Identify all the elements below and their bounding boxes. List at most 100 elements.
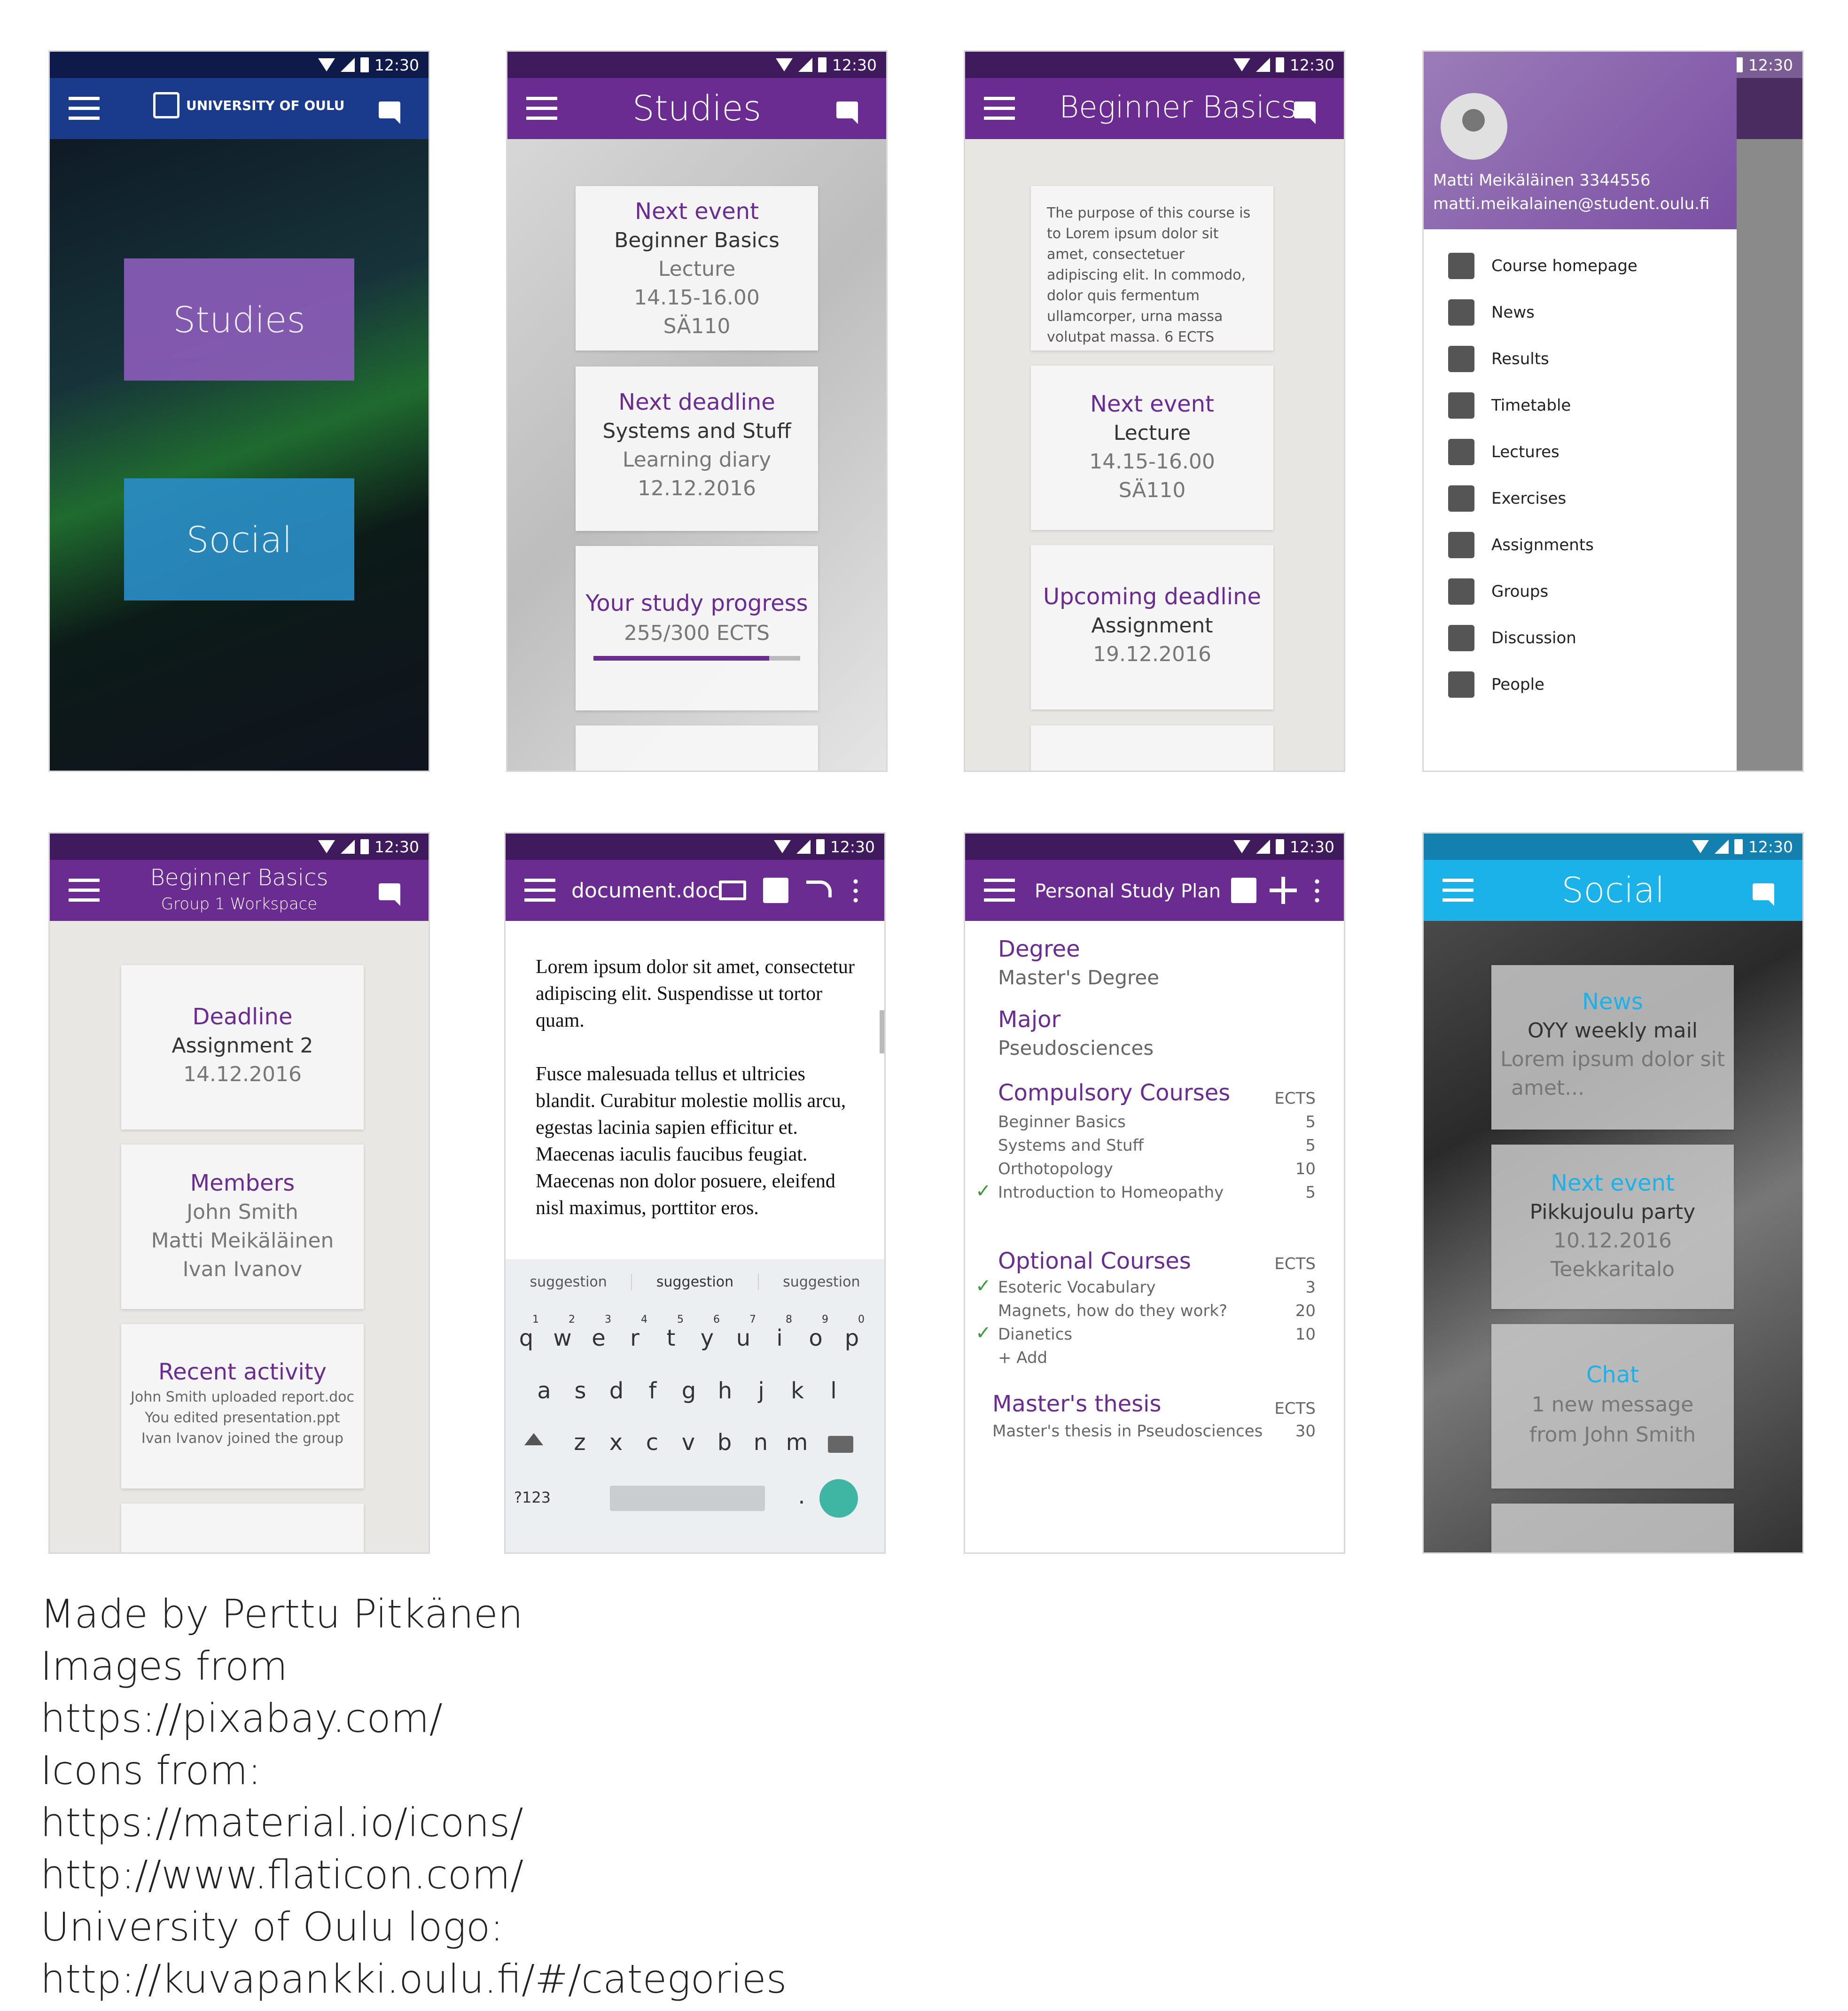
key[interactable]: i xyxy=(765,1325,794,1351)
key[interactable]: q xyxy=(512,1325,540,1351)
card-study-progress[interactable]: Your study progress 255/300 ECTS xyxy=(576,546,818,710)
save-icon[interactable] xyxy=(1231,878,1256,903)
enter-key-icon[interactable] xyxy=(819,1479,858,1518)
key[interactable]: u xyxy=(729,1325,757,1351)
deadline-date: 12.12.2016 xyxy=(638,476,756,500)
key[interactable]: t xyxy=(657,1325,685,1351)
major-value[interactable]: Pseudosciences xyxy=(998,1037,1154,1060)
key[interactable]: d xyxy=(602,1378,631,1404)
tile-studies[interactable]: Studies xyxy=(124,258,354,381)
credit-link[interactable]: http://kuvapankki.oulu.fi/#/categories xyxy=(40,1953,787,2005)
add-icon[interactable] xyxy=(1270,877,1297,904)
drawer-item[interactable]: Exercises xyxy=(1448,485,1566,512)
drawer-item[interactable]: Lectures xyxy=(1448,439,1559,465)
card-upcoming-deadline[interactable]: Upcoming deadline Assignment 19.12.2016 xyxy=(1031,545,1273,709)
tile-social[interactable]: Social xyxy=(124,478,354,600)
drawer-item[interactable]: Timetable xyxy=(1448,392,1571,419)
avatar[interactable] xyxy=(1441,93,1507,160)
symbols-key[interactable]: ?123 xyxy=(511,1489,554,1506)
drawer-item[interactable]: Assignments xyxy=(1448,532,1594,558)
key[interactable]: e xyxy=(585,1325,613,1351)
course-name[interactable]: Orthotopology xyxy=(998,1160,1113,1178)
credit-link[interactable]: https://pixabay.com/ xyxy=(40,1692,787,1745)
folder-icon[interactable] xyxy=(719,881,746,900)
space-bar[interactable] xyxy=(610,1486,765,1511)
menu-icon[interactable] xyxy=(984,97,1015,120)
key[interactable]: b xyxy=(710,1429,739,1456)
drawer-item[interactable]: Groups xyxy=(1448,578,1548,605)
drawer-item[interactable]: Discussion xyxy=(1448,625,1576,651)
chat-icon[interactable] xyxy=(836,101,858,124)
key[interactable]: z xyxy=(566,1429,594,1456)
key[interactable]: j xyxy=(747,1378,775,1404)
key[interactable]: o xyxy=(802,1325,830,1351)
chat-icon[interactable] xyxy=(1753,883,1774,906)
drawer-item[interactable]: Results xyxy=(1448,346,1549,372)
key[interactable]: g xyxy=(675,1378,703,1404)
chat-icon[interactable] xyxy=(379,101,400,124)
key[interactable]: n xyxy=(747,1429,775,1456)
drawer-item-label: Timetable xyxy=(1491,396,1571,415)
chat-icon[interactable] xyxy=(379,883,400,906)
course-name[interactable]: Dianetics xyxy=(998,1325,1072,1344)
course-name[interactable]: Beginner Basics xyxy=(998,1113,1126,1131)
key[interactable]: y xyxy=(693,1325,721,1351)
task-name: Assignment xyxy=(1091,614,1213,638)
key[interactable]: k xyxy=(783,1378,811,1404)
card-next-event[interactable]: Next event Pikkujoulu party 10.12.2016 T… xyxy=(1491,1145,1734,1309)
period-key[interactable]: . xyxy=(788,1483,816,1509)
more-vert-icon[interactable] xyxy=(1315,877,1319,904)
key[interactable]: m xyxy=(783,1429,811,1456)
key[interactable]: a xyxy=(530,1378,558,1404)
signal-icon xyxy=(1255,58,1270,72)
card-deadline[interactable]: Deadline Assignment 2 14.12.2016 xyxy=(121,965,364,1130)
key[interactable]: p xyxy=(838,1325,866,1351)
card-next-event[interactable]: Next event Lecture 14.15-16.00 SÄ110 xyxy=(1031,366,1273,530)
credits: Made by Perttu Pitkänen Images from http… xyxy=(40,1588,787,2005)
document-body[interactable]: Lorem ipsum dolor sit amet, consectetur … xyxy=(536,954,865,1222)
card-next-event[interactable]: Next event Beginner Basics Lecture 14.15… xyxy=(576,186,818,351)
credit-link[interactable]: http://www.flaticon.com/ xyxy=(40,1849,787,1901)
key[interactable]: c xyxy=(638,1429,666,1456)
credit-link[interactable]: https://material.io/icons/ xyxy=(40,1797,787,1849)
course-name[interactable]: Magnets, how do they work? xyxy=(998,1302,1227,1320)
key[interactable]: l xyxy=(819,1378,848,1404)
drawer-item[interactable]: News xyxy=(1448,299,1535,326)
more-vert-icon[interactable] xyxy=(853,877,858,904)
menu-icon[interactable] xyxy=(984,879,1015,902)
key[interactable]: x xyxy=(602,1429,630,1456)
course-name[interactable]: Introduction to Homeopathy xyxy=(998,1183,1224,1202)
dimmed-app-bar xyxy=(1737,78,1802,139)
key[interactable]: f xyxy=(639,1378,667,1404)
undo-icon[interactable] xyxy=(806,881,832,897)
drawer-item[interactable]: People xyxy=(1448,671,1544,698)
thesis-value[interactable]: Master's thesis in Pseudosciences xyxy=(992,1422,1263,1441)
menu-icon[interactable] xyxy=(69,97,100,120)
card-news[interactable]: News OYY weekly mail Lorem ipsum dolor s… xyxy=(1491,965,1734,1130)
drawer-item[interactable]: Course homepage xyxy=(1448,253,1637,279)
key[interactable]: h xyxy=(711,1378,739,1404)
suggestion[interactable]: suggestion xyxy=(759,1274,884,1290)
save-icon[interactable] xyxy=(763,878,788,903)
key[interactable]: s xyxy=(566,1378,594,1404)
degree-value[interactable]: Master's Degree xyxy=(998,966,1159,989)
menu-icon[interactable] xyxy=(524,879,555,902)
shift-key-icon[interactable] xyxy=(524,1433,543,1445)
card-recent-activity[interactable]: Recent activity John Smith uploaded repo… xyxy=(121,1324,364,1489)
card-chat[interactable]: Chat 1 new message from John Smith xyxy=(1491,1324,1734,1489)
add-course-link[interactable]: + Add xyxy=(998,1348,1047,1367)
chat-icon[interactable] xyxy=(1294,101,1316,124)
course-name[interactable]: Esoteric Vocabulary xyxy=(998,1278,1156,1297)
card-members[interactable]: Members John Smith Matti Meikäläinen Iva… xyxy=(121,1145,364,1309)
key[interactable]: w xyxy=(548,1325,577,1351)
suggestion[interactable]: suggestion xyxy=(631,1273,759,1290)
card-next-deadline[interactable]: Next deadline Systems and Stuff Learning… xyxy=(576,366,818,531)
backspace-key-icon[interactable] xyxy=(828,1436,853,1453)
suggestion[interactable]: suggestion xyxy=(506,1274,631,1290)
battery-icon xyxy=(360,839,369,854)
key[interactable]: r xyxy=(621,1325,649,1351)
key[interactable]: v xyxy=(674,1429,702,1456)
course-name[interactable]: Systems and Stuff xyxy=(998,1136,1144,1155)
check-icon: ✓ xyxy=(975,1180,991,1202)
scrollbar[interactable] xyxy=(880,1010,884,1053)
